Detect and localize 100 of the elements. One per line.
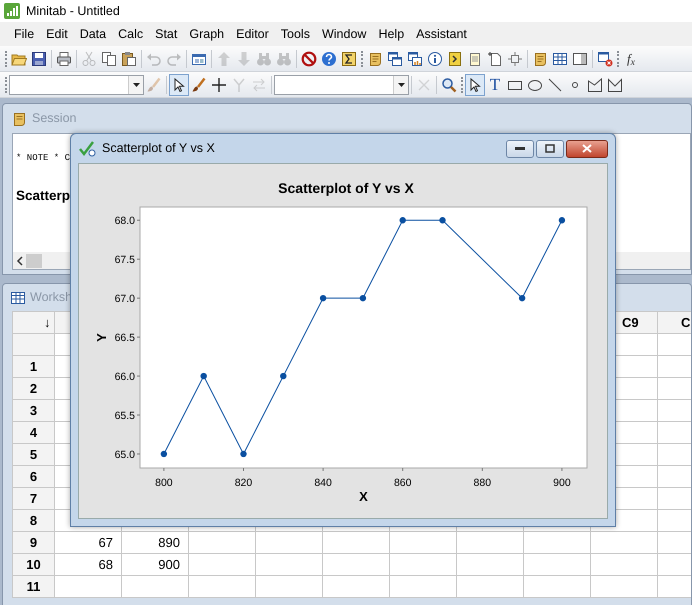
data-point: [360, 294, 366, 302]
sigma-icon: [341, 50, 357, 66]
scissors-icon: [81, 50, 97, 66]
row-header[interactable]: 8: [12, 510, 54, 532]
up-arrow-icon: [216, 50, 232, 66]
data-point: [160, 450, 168, 458]
fork-icon: [231, 76, 247, 92]
column-header[interactable]: C9: [622, 314, 639, 330]
y-axis-label: Y: [94, 333, 109, 342]
info-icon: [427, 50, 443, 66]
close-icon: [582, 144, 592, 153]
menu-item[interactable]: Calc: [112, 22, 150, 46]
data-point: [320, 294, 326, 302]
print-icon: [56, 50, 72, 66]
menu-item[interactable]: Graph: [183, 22, 230, 46]
column-header[interactable]: C: [681, 314, 690, 330]
data-point: [280, 372, 286, 380]
y-tick-label: 65.5: [114, 410, 135, 422]
stop-icon: [301, 50, 317, 66]
crop-icon: [507, 50, 523, 66]
menu-item[interactable]: Edit: [40, 22, 74, 46]
window-title: Session: [32, 110, 76, 128]
column-header[interactable]: ↓: [12, 312, 54, 334]
app-logo-icon: [4, 3, 20, 19]
x-tick-label: 900: [553, 477, 571, 489]
row-header[interactable]: 6: [12, 466, 54, 488]
toolbar-button[interactable]: f$_{x}$: [621, 48, 641, 70]
close-icon: [416, 76, 432, 92]
menu-item[interactable]: Window: [316, 22, 372, 46]
save-icon: [31, 50, 47, 66]
close-windows-icon: [597, 50, 613, 66]
chart-title: Scatterplot of Y vs X: [278, 180, 414, 196]
check-chart-icon: [79, 140, 97, 156]
prompt-icon: [447, 50, 463, 66]
row-header[interactable]: 2: [12, 378, 54, 400]
menu-item[interactable]: Editor: [230, 22, 275, 46]
scroll-left-icon[interactable]: [16, 256, 24, 266]
binoculars-icon: [256, 50, 272, 66]
row-header[interactable]: 11: [12, 576, 54, 598]
menu-item[interactable]: Stat: [149, 22, 184, 46]
x-tick-label: 860: [394, 477, 412, 489]
windows-icon: [407, 50, 423, 66]
row-header[interactable]: 3: [12, 400, 54, 422]
menu-item[interactable]: Help: [372, 22, 410, 46]
toolbar-button[interactable]: T: [485, 74, 505, 96]
menu-item[interactable]: File: [8, 22, 40, 46]
y-tick-label: 65.0: [114, 448, 135, 461]
row-header[interactable]: 9: [12, 532, 54, 554]
y-tick-label: 68.0: [114, 215, 135, 228]
data-point: [518, 294, 526, 302]
dropdown-field[interactable]: [274, 74, 409, 94]
row-header[interactable]: 7: [12, 488, 54, 510]
polygon-icon: [607, 76, 623, 92]
y-tick-label: 66.5: [114, 332, 135, 344]
binoculars-icon: [276, 50, 292, 66]
help-icon: [321, 50, 337, 66]
minimize-icon: [515, 147, 525, 150]
table-icon: [11, 292, 25, 304]
note-text: * NOTE * C: [16, 152, 70, 165]
toolbar-button[interactable]: [169, 74, 189, 96]
table-icon: [552, 50, 568, 66]
scroll-icon: [532, 50, 548, 66]
scroll-icon: [367, 50, 383, 66]
table-cell[interactable]: 67: [54, 532, 122, 554]
dropdown-caret-icon: [132, 82, 140, 86]
close-button[interactable]: [566, 140, 608, 158]
x-tick-label: 840: [314, 477, 332, 489]
menu-item[interactable]: Data: [74, 22, 112, 46]
data-point: [200, 372, 207, 380]
scrollbar-thumb[interactable]: [26, 254, 42, 268]
restore-icon: [545, 144, 555, 153]
data-point: [439, 217, 446, 224]
output-heading: Scatterp: [16, 186, 70, 205]
menu-item[interactable]: Assistant: [410, 22, 473, 46]
windows-icon: [387, 50, 403, 66]
x-tick-label: 880: [474, 477, 492, 489]
row-header[interactable]: 4: [12, 422, 54, 444]
row-header[interactable]: 1: [12, 356, 54, 378]
row-header[interactable]: 10: [12, 554, 54, 576]
search-icon: [441, 76, 457, 92]
table-cell[interactable]: 890: [122, 532, 188, 554]
down-arrow-icon: [236, 50, 252, 66]
dropdown-field[interactable]: [9, 74, 144, 94]
undo-icon: [146, 50, 162, 66]
brush-icon: [146, 76, 162, 92]
menu-item[interactable]: Tools: [274, 22, 316, 46]
table-cell[interactable]: 900: [122, 554, 188, 576]
row-header[interactable]: 5: [12, 444, 54, 466]
scroll-icon: [11, 110, 27, 126]
toolbar-button[interactable]: [465, 74, 485, 96]
dropdown-caret-icon: [398, 82, 404, 86]
data-point: [240, 450, 247, 458]
polygon-icon: [587, 76, 603, 92]
restore-button[interactable]: [536, 140, 564, 158]
copy-icon: [101, 50, 117, 66]
window-title: Minitab - Untitled: [26, 2, 120, 20]
minimize-button[interactable]: [506, 140, 534, 158]
table-cell[interactable]: 68: [54, 554, 122, 576]
window-title: Scatterplot of Y vs X: [102, 140, 215, 158]
swap-icon: [251, 76, 267, 92]
